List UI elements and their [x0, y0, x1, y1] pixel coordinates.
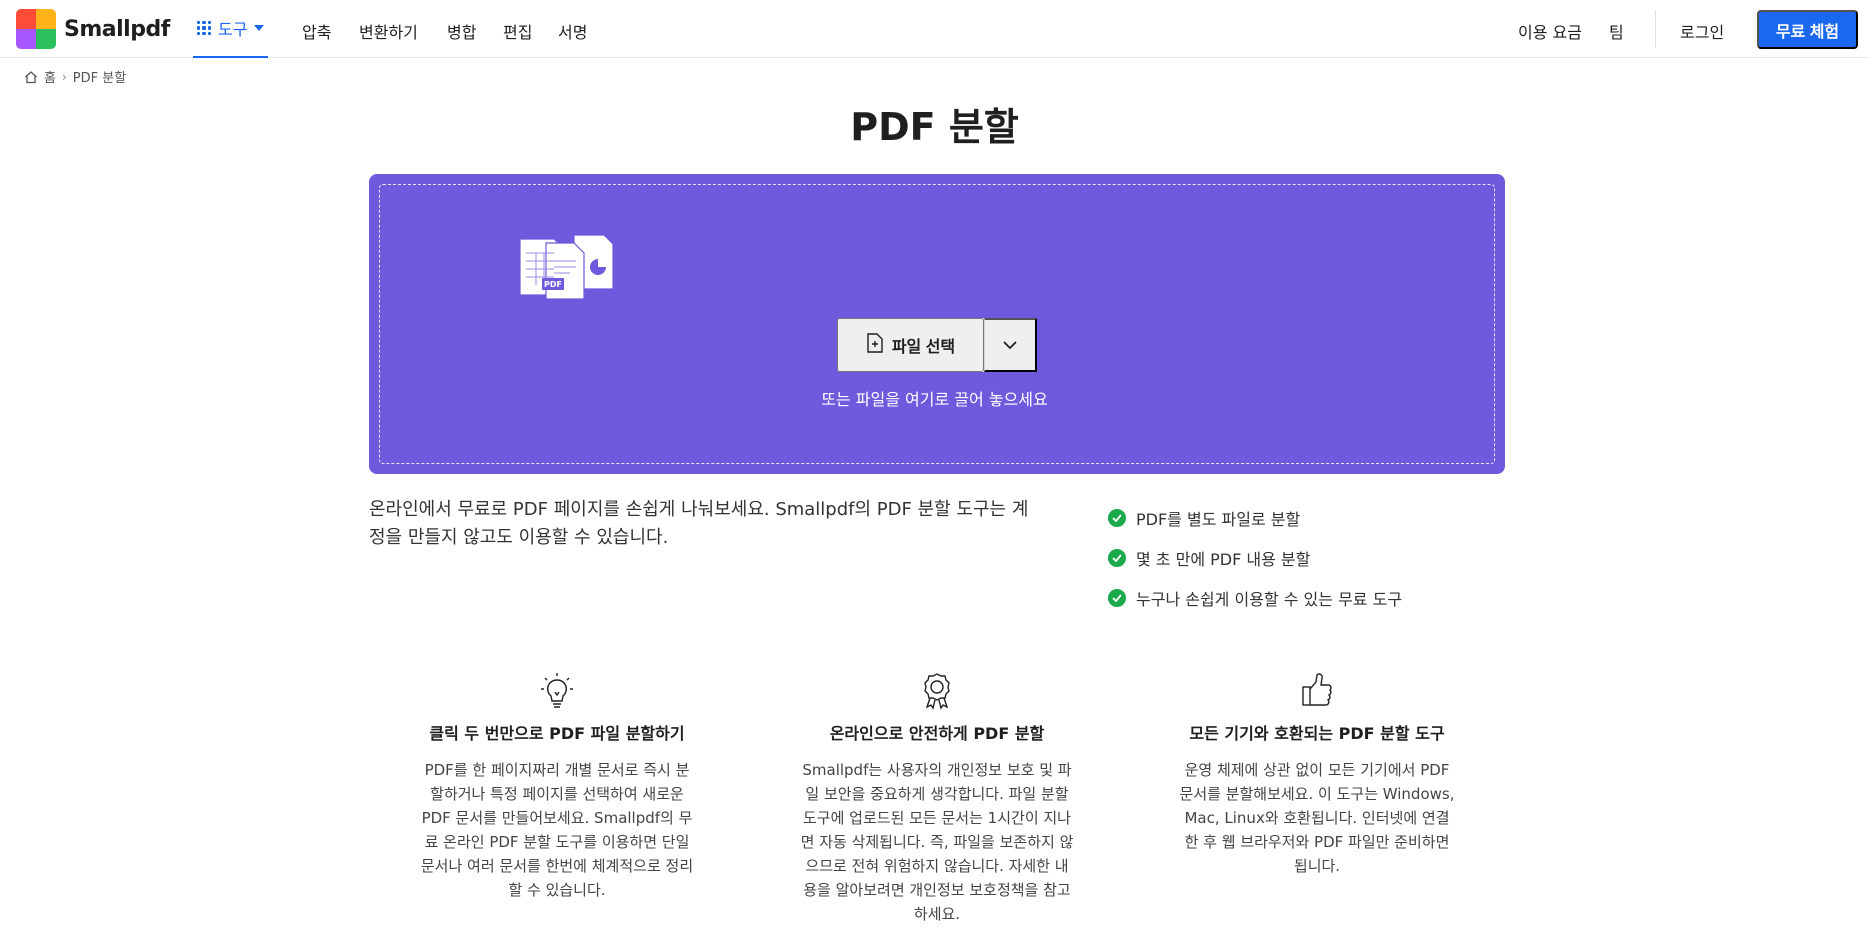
- illustration-pdf-badge: PDF: [544, 280, 562, 289]
- feature-label: 누구나 손쉽게 이용할 수 있는 무료 도구: [1136, 590, 1403, 609]
- check-circle-icon: [1108, 589, 1126, 607]
- choose-file-button[interactable]: 파일 선택: [837, 318, 984, 372]
- smallpdf-logo[interactable]: Smallpdf: [16, 9, 170, 49]
- add-file-icon: [866, 332, 884, 358]
- lightbulb-icon: [419, 670, 695, 710]
- choose-file-label: 파일 선택: [891, 339, 956, 356]
- logo-text: Smallpdf: [64, 16, 170, 42]
- tools-menu[interactable]: 도구: [193, 0, 269, 58]
- breadcrumb-home[interactable]: 홈: [44, 67, 56, 86]
- nav-edit[interactable]: 편집: [503, 19, 532, 43]
- benefit-text: PDF를 한 페이지짜리 개별 문서로 즉시 분할하거나 특정 페이지를 선택하…: [420, 761, 694, 899]
- award-ribbon-icon: [799, 670, 1075, 710]
- grid-icon: [197, 21, 211, 35]
- breadcrumb: 홈 › PDF 분할: [24, 67, 126, 86]
- login-link[interactable]: 로그인: [1680, 19, 1724, 43]
- feature-list: PDF를 별도 파일로 분할 몇 초 만에 PDF 내용 분할 누구나 손쉽게 …: [1108, 498, 1402, 618]
- breadcrumb-current: PDF 분할: [72, 71, 127, 86]
- benefit-text: 운영 체제에 상관 없이 모든 기기에서 PDF 문서를 분할해보세요. 이 도…: [1179, 761, 1455, 875]
- header-divider: [1655, 10, 1656, 48]
- nav-merge[interactable]: 병합: [447, 19, 476, 43]
- feature-item: 몇 초 만에 PDF 내용 분할: [1108, 538, 1402, 578]
- documents-illustration-icon: PDF: [518, 229, 620, 305]
- upload-source-dropdown[interactable]: [984, 318, 1037, 372]
- nav-pricing[interactable]: 이용 요금: [1518, 19, 1582, 43]
- check-circle-icon: [1108, 509, 1126, 527]
- benefit-column: 클릭 두 번만으로 PDF 파일 분할하기 PDF를 한 페이지짜리 개별 문서…: [419, 670, 695, 902]
- free-trial-button[interactable]: 무료 체험: [1757, 10, 1858, 49]
- logo-mark-icon: [16, 9, 56, 49]
- page-title: PDF 분할: [850, 105, 1019, 149]
- nav-team[interactable]: 팀: [1609, 19, 1624, 43]
- benefit-title: 모든 기기와 호환되는 PDF 분할 도구: [1189, 724, 1445, 743]
- breadcrumb-separator-icon: ›: [61, 69, 67, 84]
- choose-file-group: 파일 선택: [837, 318, 1037, 372]
- benefit-title: 온라인으로 안전하게 PDF 분할: [829, 724, 1045, 743]
- benefit-title: 클릭 두 번만으로 PDF 파일 분할하기: [429, 724, 685, 743]
- nav-convert[interactable]: 변환하기: [359, 19, 418, 43]
- feature-item: 누구나 손쉽게 이용할 수 있는 무료 도구: [1108, 578, 1402, 618]
- feature-label: 몇 초 만에 PDF 내용 분할: [1136, 550, 1311, 569]
- top-header: Smallpdf 도구 압축 변환하기 병합 편집 서명 이용 요금 팀 로그인…: [0, 0, 1869, 58]
- caret-down-icon: [254, 25, 265, 31]
- benefit-column: 온라인으로 안전하게 PDF 분할 Smallpdf는 사용자의 개인정보 보호…: [799, 670, 1075, 926]
- thumbs-up-icon: [1179, 670, 1455, 710]
- intro-text: 온라인에서 무료로 PDF 페이지를 손쉽게 나눠보세요. Smallpdf의 …: [369, 499, 1029, 548]
- nav-compress[interactable]: 압축: [302, 19, 331, 43]
- benefit-column: 모든 기기와 호환되는 PDF 분할 도구 운영 체제에 상관 없이 모든 기기…: [1179, 670, 1455, 878]
- feature-item: PDF를 별도 파일로 분할: [1108, 498, 1402, 538]
- benefit-text: Smallpdf는 사용자의 개인정보 보호 및 파일 보안을 중요하게 생각합…: [800, 761, 1074, 923]
- tools-menu-label: 도구: [218, 20, 248, 39]
- feature-label: PDF를 별도 파일로 분할: [1136, 510, 1301, 529]
- check-circle-icon: [1108, 549, 1126, 567]
- chevron-down-icon: [1003, 338, 1017, 353]
- nav-sign[interactable]: 서명: [558, 19, 587, 43]
- drop-hint: 또는 파일을 여기로 끌어 놓으세요: [821, 390, 1048, 409]
- home-icon[interactable]: [24, 70, 38, 84]
